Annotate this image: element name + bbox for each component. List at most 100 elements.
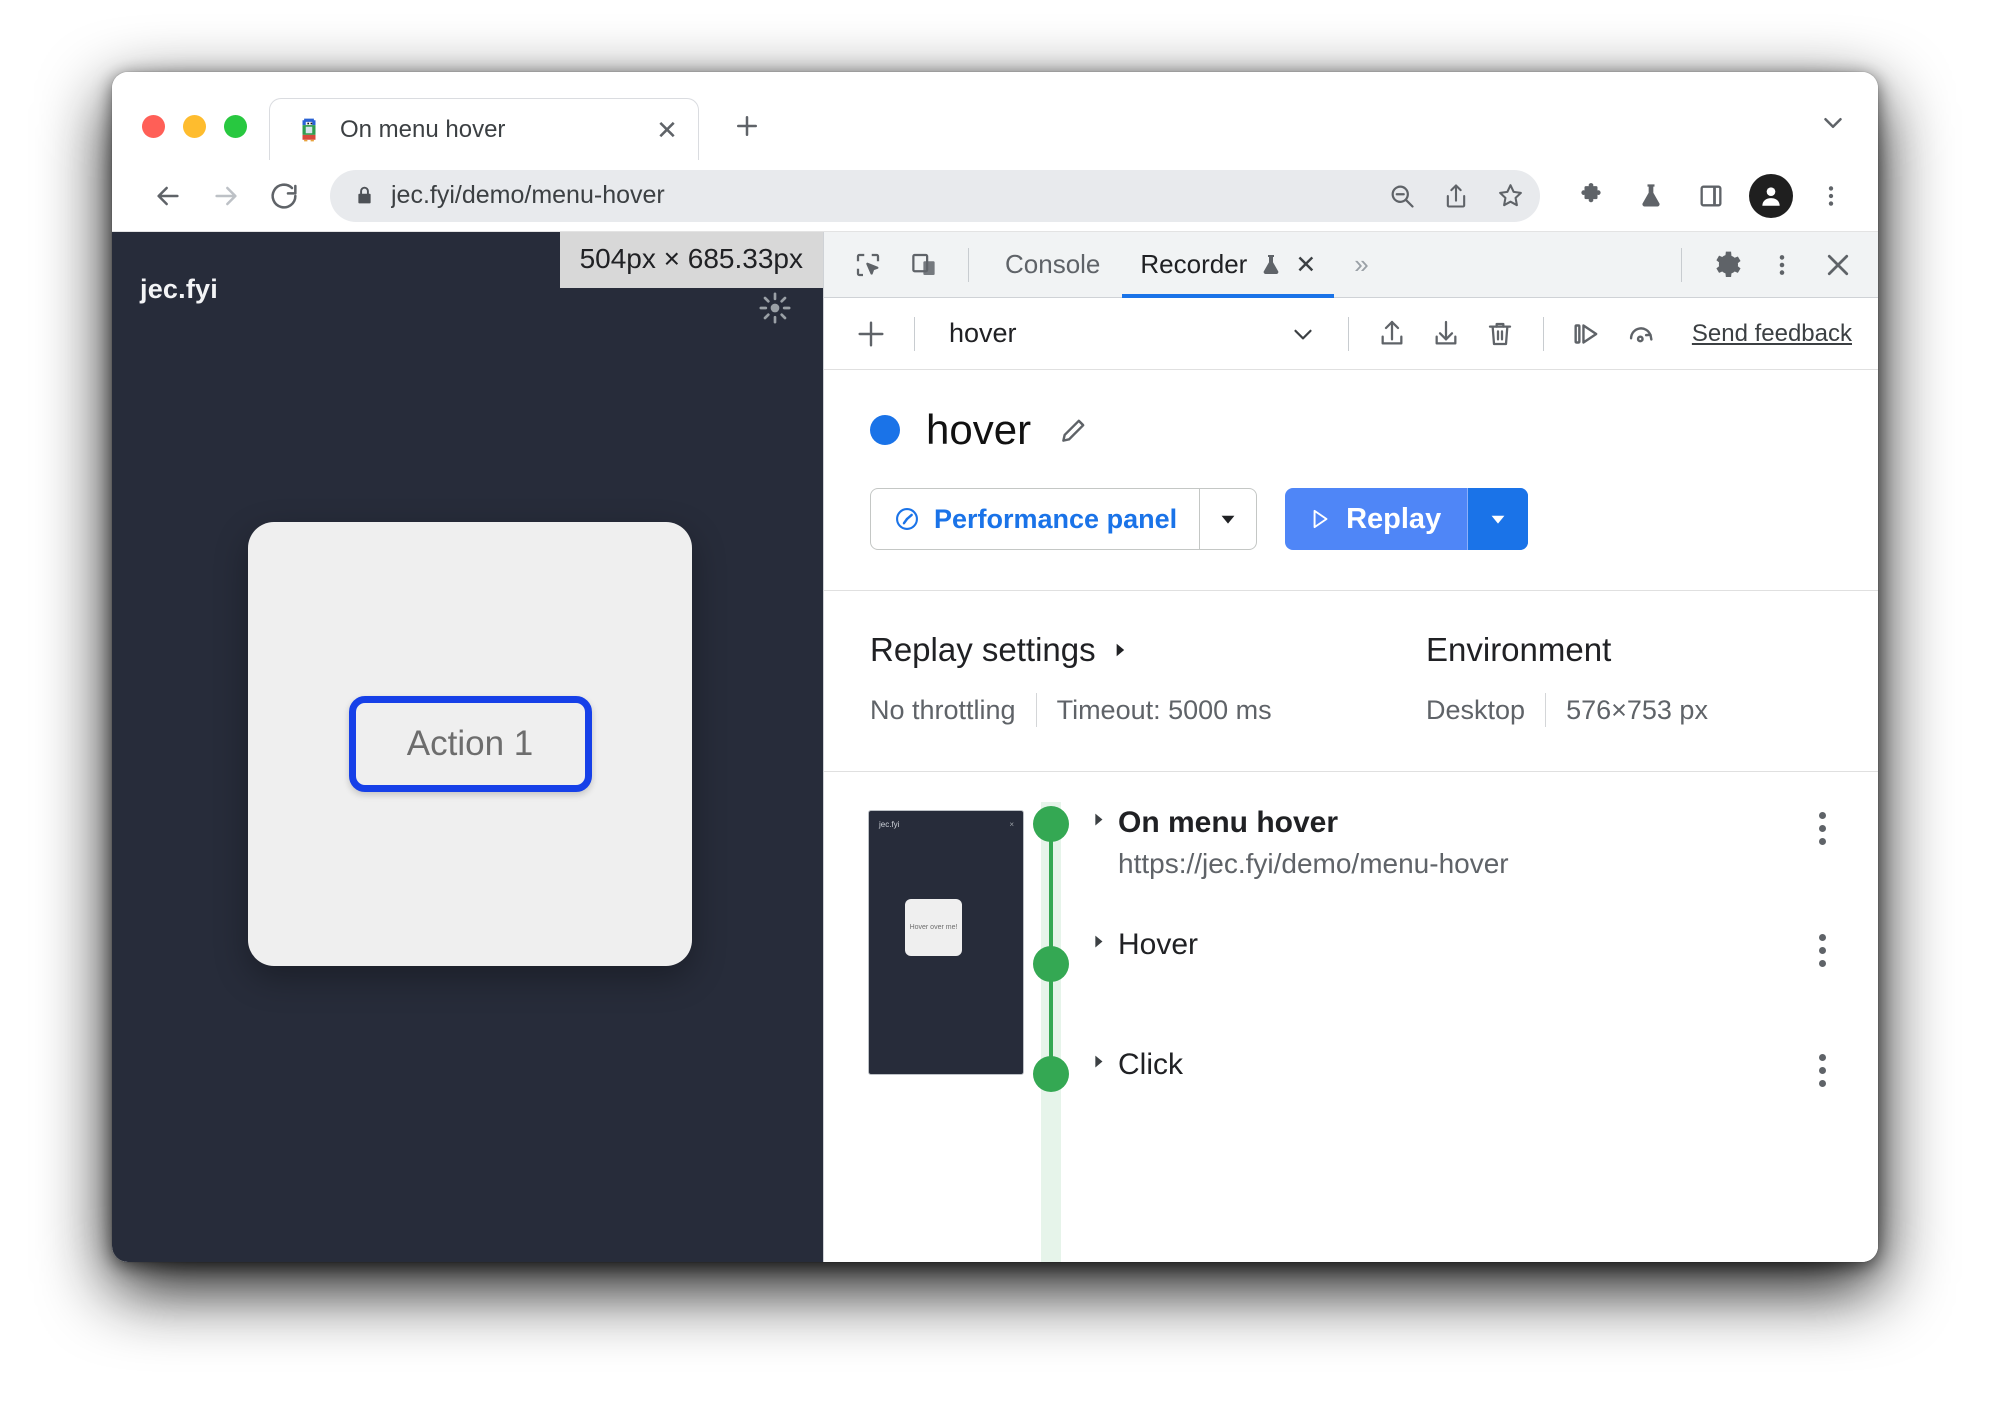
flask-icon[interactable] xyxy=(1626,171,1676,221)
performance-panel-button[interactable]: Performance panel xyxy=(871,489,1199,549)
steps-list: jec.fyi × Hover over me! On menu hover h… xyxy=(824,772,1878,1262)
caret-right-icon[interactable] xyxy=(1110,640,1130,660)
more-tabs-icon[interactable]: » xyxy=(1338,249,1384,280)
recording-status-bullet xyxy=(870,415,900,445)
three-dot-menu-icon[interactable] xyxy=(1800,804,1844,845)
step-screenshot-thumbnail[interactable]: jec.fyi × Hover over me! xyxy=(868,810,1024,1075)
replay-button[interactable]: Replay xyxy=(1285,488,1467,550)
viewport-resize-handle[interactable] xyxy=(755,288,795,328)
back-arrow-icon[interactable] xyxy=(142,170,194,222)
step-texts: Hover xyxy=(1118,926,1800,964)
thumbnail-close-mark: × xyxy=(1009,820,1014,829)
close-window-button[interactable] xyxy=(142,115,165,138)
browser-tab[interactable]: On menu hover ✕ xyxy=(269,98,699,160)
step-thumbnail-column: jec.fyi × Hover over me! xyxy=(824,802,1024,1262)
replay-settings-column: Replay settings No throttling Timeout: 5… xyxy=(870,631,1426,727)
replay-settings-header[interactable]: Replay settings xyxy=(870,631,1426,669)
play-triangle-icon xyxy=(1307,506,1333,532)
replay-step-icon[interactable] xyxy=(1562,309,1612,359)
replay-button-label: Replay xyxy=(1346,502,1442,535)
browser-window: On menu hover ✕ jec.fyi/demo/menu-hover … xyxy=(112,72,1878,1262)
pencil-icon[interactable] xyxy=(1057,413,1091,447)
replay-settings-section: Replay settings No throttling Timeout: 5… xyxy=(824,591,1878,772)
throttling-value: No throttling xyxy=(870,694,1016,725)
step-title: Click xyxy=(1118,1047,1183,1081)
import-upload-icon[interactable] xyxy=(1367,309,1417,359)
recorder-toolbar-separator-2 xyxy=(1347,316,1349,351)
performance-panel-split-button[interactable]: Performance panel xyxy=(870,488,1258,550)
caret-right-icon[interactable] xyxy=(1078,804,1118,829)
environment-values: Desktop 576×753 px xyxy=(1426,693,1728,727)
demo-card: Action 1 xyxy=(248,522,692,966)
zoom-out-icon[interactable] xyxy=(1378,172,1426,220)
close-devtools-icon[interactable] xyxy=(1812,239,1864,291)
devtools-tab-bar: Console Recorder ✕ » xyxy=(824,232,1878,298)
viewport-dimension-tooltip: 504px × 685.33px xyxy=(559,232,823,288)
step-title: On menu hover xyxy=(1118,806,1339,839)
recording-title: hover xyxy=(926,406,1032,453)
penguin-favicon xyxy=(296,117,322,143)
step-row[interactable]: Hover xyxy=(1078,926,1844,988)
caret-right-icon[interactable] xyxy=(1078,1046,1118,1071)
forward-arrow-icon[interactable] xyxy=(200,170,252,222)
trash-icon[interactable] xyxy=(1475,309,1525,359)
step-row[interactable]: On menu hover https://jec.fyi/demo/menu-… xyxy=(1078,804,1844,880)
puzzle-icon[interactable] xyxy=(1566,171,1616,221)
export-download-icon[interactable] xyxy=(1421,309,1471,359)
screenshot-root: On menu hover ✕ jec.fyi/demo/menu-hover … xyxy=(0,0,1990,1410)
inspect-element-icon[interactable] xyxy=(842,239,894,291)
performance-gauge-icon xyxy=(893,505,921,533)
timeline-node-3 xyxy=(1033,1056,1069,1092)
step-texts: Click xyxy=(1118,1046,1800,1084)
recorder-toolbar-separator xyxy=(914,316,915,351)
toolbar-right-actions xyxy=(1560,171,1856,221)
address-bar-actions xyxy=(1378,172,1534,220)
three-dot-menu-icon[interactable] xyxy=(1800,926,1844,967)
maximize-window-button[interactable] xyxy=(224,115,247,138)
address-bar-url[interactable]: jec.fyi/demo/menu-hover xyxy=(391,181,1362,210)
new-tab-button[interactable] xyxy=(721,100,773,152)
chevron-down-icon[interactable] xyxy=(1288,319,1318,349)
chevron-down-icon[interactable] xyxy=(1818,108,1848,138)
send-feedback-link[interactable]: Send feedback xyxy=(1670,320,1860,348)
avatar-icon[interactable] xyxy=(1746,171,1796,221)
action-1-button[interactable]: Action 1 xyxy=(348,696,592,792)
three-dot-menu-icon[interactable] xyxy=(1806,171,1856,221)
devtools-tab-separator xyxy=(968,247,969,282)
environment-heading: Environment xyxy=(1426,631,1612,668)
share-icon[interactable] xyxy=(1432,172,1480,220)
gear-icon[interactable] xyxy=(1700,239,1752,291)
avatar[interactable] xyxy=(1749,173,1793,218)
performance-panel-dropdown[interactable] xyxy=(1200,489,1256,549)
steps-body: On menu hover https://jec.fyi/demo/menu-… xyxy=(1078,802,1878,1262)
step-item-3[interactable]: Click xyxy=(1078,988,1844,1108)
replay-speed-icon[interactable] xyxy=(1616,309,1666,359)
star-icon[interactable] xyxy=(1486,172,1534,220)
tab-console[interactable]: Console xyxy=(987,232,1118,298)
address-bar[interactable]: jec.fyi/demo/menu-hover xyxy=(330,169,1540,222)
close-icon[interactable]: ✕ xyxy=(652,115,682,145)
recording-title-row: hover xyxy=(824,406,1878,454)
tab-recorder[interactable]: Recorder ✕ xyxy=(1122,232,1335,298)
step-texts: On menu hover https://jec.fyi/demo/menu-… xyxy=(1118,804,1800,880)
reload-icon[interactable] xyxy=(258,170,310,222)
caret-right-icon[interactable] xyxy=(1078,926,1118,951)
three-dot-menu-icon[interactable] xyxy=(1800,1046,1844,1087)
three-dot-menu-icon[interactable] xyxy=(1756,239,1808,291)
step-row[interactable]: Click xyxy=(1078,1046,1844,1108)
side-panel-icon[interactable] xyxy=(1686,171,1736,221)
close-recorder-tab-icon[interactable]: ✕ xyxy=(1295,250,1316,280)
environment-column: Environment Desktop 576×753 px xyxy=(1426,631,1728,727)
device-toolbar-icon[interactable] xyxy=(898,239,950,291)
step-item-1[interactable]: On menu hover https://jec.fyi/demo/menu-… xyxy=(1078,802,1844,880)
recording-selector[interactable]: hover xyxy=(933,308,1330,360)
minimize-window-button[interactable] xyxy=(183,115,206,138)
page-brand: jec.fyi xyxy=(140,274,218,304)
replay-split-button[interactable]: Replay xyxy=(1285,488,1529,550)
add-recording-button[interactable] xyxy=(846,309,896,359)
environment-header: Environment xyxy=(1426,631,1728,669)
replay-dropdown[interactable] xyxy=(1468,488,1529,550)
step-item-2[interactable]: Hover xyxy=(1078,880,1844,988)
environment-device: Desktop xyxy=(1426,694,1526,725)
tab-console-label: Console xyxy=(1005,249,1101,279)
